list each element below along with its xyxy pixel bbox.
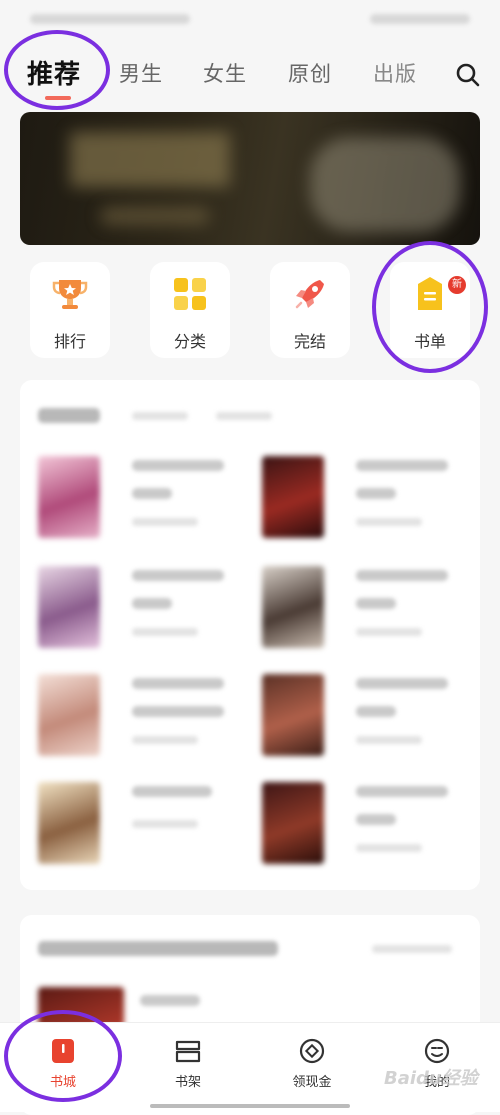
book-meta-blur xyxy=(356,844,422,852)
quick-ranking[interactable]: 排行 xyxy=(30,262,110,358)
book-cover[interactable] xyxy=(38,674,100,756)
nav-cash-label: 领现金 xyxy=(292,1075,332,1090)
banner-button-art xyxy=(100,207,210,225)
highlight-circle-bookstore xyxy=(4,1010,122,1102)
book-title-blur xyxy=(132,678,224,689)
rocket-icon xyxy=(295,280,324,309)
book-title-blur xyxy=(132,570,224,581)
quick-ranking-label: 排行 xyxy=(53,332,86,351)
banner-title-art xyxy=(70,132,230,187)
banner-figure-art xyxy=(310,137,460,232)
card-subtab-blur xyxy=(216,412,272,420)
tab-publish[interactable]: 出版 xyxy=(373,58,417,88)
status-time xyxy=(30,14,190,24)
card-heading-blur xyxy=(38,941,278,956)
trophy-icon xyxy=(52,280,88,309)
search-icon[interactable] xyxy=(455,62,481,88)
bookshelf-icon xyxy=(175,1040,201,1063)
book-title-blur xyxy=(132,460,224,471)
book-title-blur xyxy=(356,706,396,717)
nav-bookshelf-label: 书架 xyxy=(174,1075,201,1090)
status-icons xyxy=(370,14,470,24)
nav-bookshelf[interactable]: 书架 xyxy=(153,1037,223,1097)
promo-banner[interactable] xyxy=(20,112,480,245)
book-cover[interactable] xyxy=(38,456,100,538)
book-cover[interactable] xyxy=(262,674,324,756)
book-cover[interactable] xyxy=(38,782,100,864)
book-title-blur xyxy=(356,598,396,609)
tab-female[interactable]: 女生 xyxy=(203,58,247,88)
book-title-blur xyxy=(356,814,396,825)
highlight-circle-recommend xyxy=(4,30,110,110)
nav-cash[interactable]: 领现金 xyxy=(277,1037,347,1097)
book-cover[interactable] xyxy=(38,566,100,648)
tab-fade xyxy=(430,52,454,98)
book-meta-blur xyxy=(132,628,198,636)
tab-original[interactable]: 原创 xyxy=(288,58,332,88)
highlight-circle-booklist xyxy=(372,241,488,373)
book-cover[interactable] xyxy=(262,782,324,864)
book-meta-blur xyxy=(132,736,198,744)
watermark-text: Baidu经验 xyxy=(384,1068,478,1089)
book-meta-blur xyxy=(132,518,198,526)
book-title-blur xyxy=(132,786,212,797)
book-title-blur xyxy=(356,460,448,471)
book-title-blur xyxy=(356,570,448,581)
book-cover[interactable] xyxy=(262,456,324,538)
book-title-blur xyxy=(356,488,396,499)
grid-icon xyxy=(174,278,206,310)
profile-icon xyxy=(424,1038,450,1064)
ranking-card xyxy=(20,380,480,890)
quick-category-label: 分类 xyxy=(173,332,206,351)
card-heading-blur xyxy=(38,408,100,423)
quick-completed[interactable]: 完结 xyxy=(270,262,350,358)
quick-completed-label: 完结 xyxy=(293,332,326,351)
book-meta-blur xyxy=(132,820,198,828)
book-cover[interactable] xyxy=(262,566,324,648)
card-more-blur xyxy=(372,945,452,953)
book-title-blur xyxy=(132,706,224,717)
book-meta-blur xyxy=(356,518,422,526)
home-indicator xyxy=(150,1104,350,1108)
book-title-blur xyxy=(356,678,448,689)
coin-icon xyxy=(299,1038,325,1064)
tab-male[interactable]: 男生 xyxy=(119,58,163,88)
book-meta-blur xyxy=(356,628,422,636)
book-title-blur xyxy=(356,786,448,797)
book-meta-blur xyxy=(356,736,422,744)
quick-category[interactable]: 分类 xyxy=(150,262,230,358)
book-title-blur xyxy=(140,995,200,1006)
book-title-blur xyxy=(132,488,172,499)
card-subtab-blur xyxy=(132,412,188,420)
book-title-blur xyxy=(132,598,172,609)
